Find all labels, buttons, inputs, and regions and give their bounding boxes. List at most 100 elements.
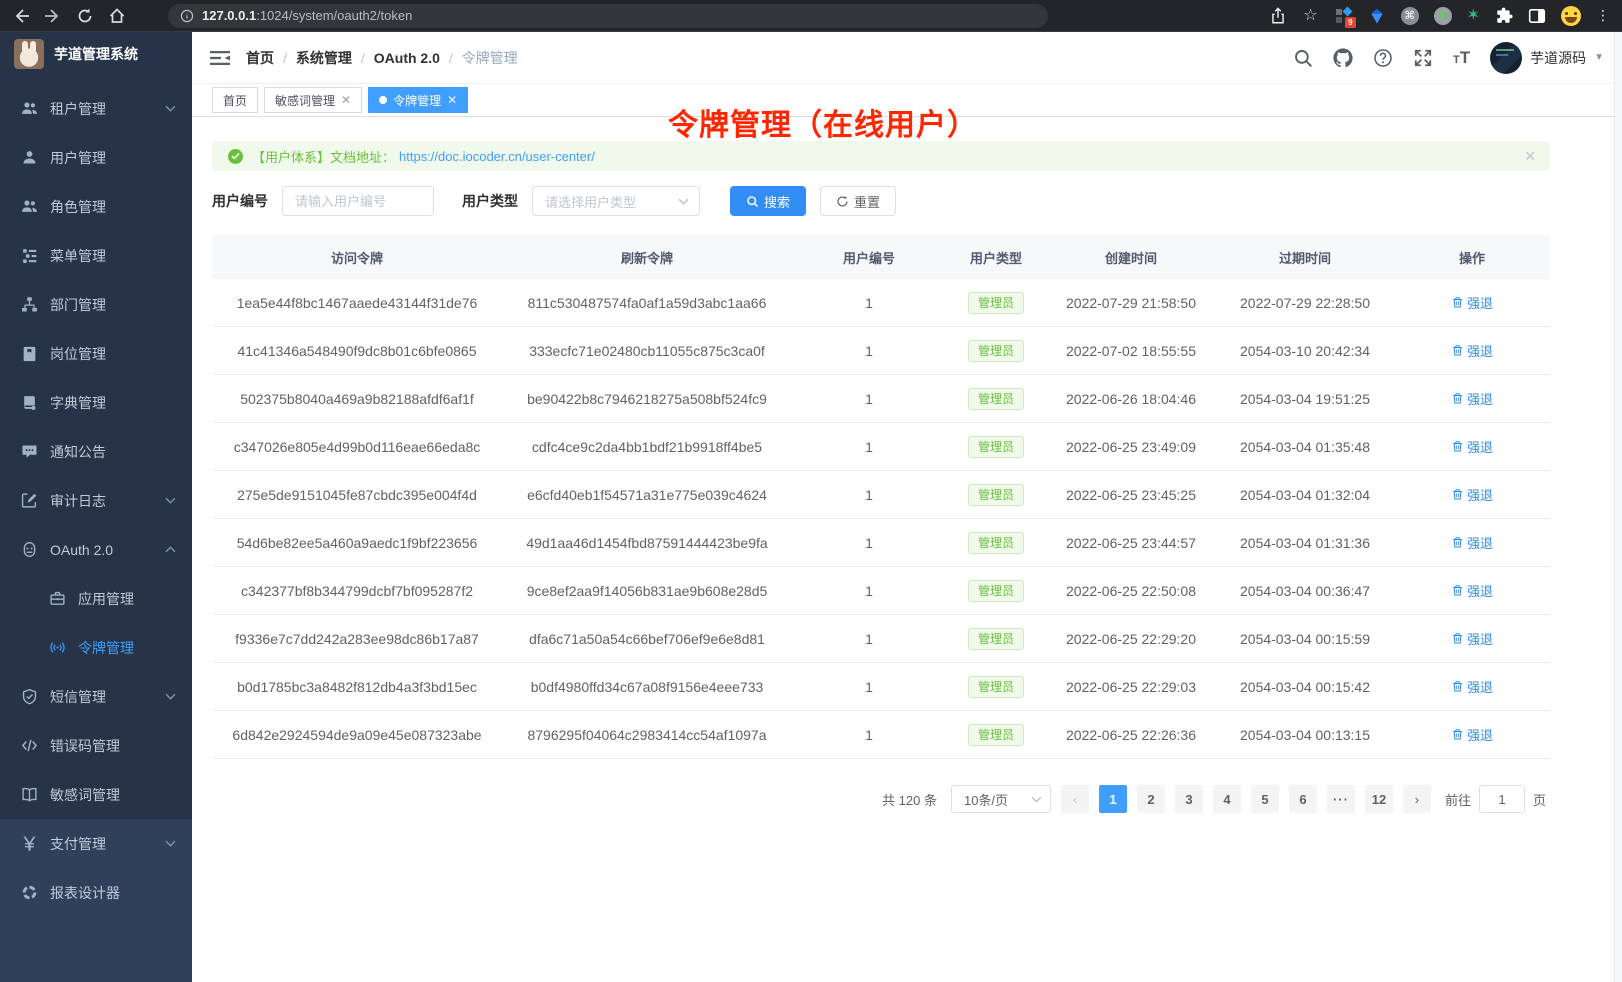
column-header: 过期时间 xyxy=(1216,248,1394,267)
sidebar-item-tenant[interactable]: 租户管理 xyxy=(0,84,192,133)
user-id-input[interactable] xyxy=(282,186,434,216)
sidebar-item-dict[interactable]: 字典管理 xyxy=(0,378,192,427)
page-button-12[interactable]: 12 xyxy=(1365,785,1393,813)
breadcrumb-item[interactable]: 系统管理 xyxy=(296,48,352,68)
access-token-cell: 6d842e2924594de9a09e45e087323abe xyxy=(212,727,502,743)
page-button-5[interactable]: 5 xyxy=(1251,785,1279,813)
sidebar-item-dept[interactable]: 部门管理 xyxy=(0,280,192,329)
gem-extension-icon[interactable] xyxy=(1368,7,1386,25)
sidebar-item-notice[interactable]: 通知公告 xyxy=(0,427,192,476)
tab-close-icon[interactable]: ✕ xyxy=(341,93,351,107)
force-logout-button[interactable]: 强退 xyxy=(1451,389,1493,408)
user-type-cell: 管理员 xyxy=(946,388,1046,410)
force-logout-button[interactable]: 强退 xyxy=(1451,437,1493,456)
alert-close-icon[interactable]: ✕ xyxy=(1524,148,1536,165)
chrome-menu-icon[interactable]: ⋮ xyxy=(1596,7,1610,24)
tab-敏感词管理[interactable]: 敏感词管理✕ xyxy=(264,87,362,113)
force-logout-button[interactable]: 强退 xyxy=(1451,485,1493,504)
expire-time-cell: 2054-03-04 01:35:48 xyxy=(1216,439,1394,455)
sidebar-split-icon[interactable] xyxy=(1528,7,1546,25)
sidebar-item-post[interactable]: 岗位管理 xyxy=(0,329,192,378)
sidebar-item-menu[interactable]: 菜单管理 xyxy=(0,231,192,280)
sidebar-item-oauth2[interactable]: OAuth 2.0 xyxy=(0,525,192,574)
sidebar-item-error-code[interactable]: 错误码管理 xyxy=(0,721,192,770)
share-icon[interactable] xyxy=(1269,7,1287,25)
page-button-3[interactable]: 3 xyxy=(1175,785,1203,813)
sidebar-item-label: 菜单管理 xyxy=(50,246,106,266)
app-logo-row[interactable]: 芋道管理系统 xyxy=(0,32,192,76)
sidebar-item-payment[interactable]: 支付管理 xyxy=(0,819,192,868)
back-icon[interactable] xyxy=(12,7,30,25)
sidebar-item-user[interactable]: 用户管理 xyxy=(0,133,192,182)
site-info-icon[interactable] xyxy=(180,9,194,23)
force-logout-button[interactable]: 强退 xyxy=(1451,293,1493,312)
force-logout-button[interactable]: 强退 xyxy=(1451,533,1493,552)
more-pages-button[interactable]: ··· xyxy=(1327,785,1355,813)
puzzle-extensions-icon[interactable] xyxy=(1495,7,1513,25)
user-menu[interactable]: 芋道源码 ▼ xyxy=(1490,42,1604,74)
sidebar-item-label: 应用管理 xyxy=(78,589,134,609)
tab-首页[interactable]: 首页 xyxy=(212,87,258,113)
user-type-cell: 管理员 xyxy=(946,724,1046,746)
force-logout-button[interactable]: 强退 xyxy=(1451,677,1493,696)
prev-page-button[interactable]: ‹ xyxy=(1061,785,1089,813)
page-button-2[interactable]: 2 xyxy=(1137,785,1165,813)
home-icon[interactable] xyxy=(108,7,126,25)
extension-blocks-icon[interactable]: 9 xyxy=(1335,7,1353,25)
tab-令牌管理[interactable]: 令牌管理✕ xyxy=(368,87,468,113)
sidebar-item-oauth2-token[interactable]: 令牌管理 xyxy=(0,623,192,672)
bookmark-star-icon[interactable]: ☆ xyxy=(1302,7,1320,25)
sidebar-item-sensitive-word[interactable]: 敏感词管理 xyxy=(0,770,192,819)
forward-icon[interactable] xyxy=(44,7,62,25)
address-bar[interactable]: 127.0.0.1:1024/system/oauth2/token xyxy=(168,4,1048,28)
user-type-cell: 管理员 xyxy=(946,532,1046,554)
doc-link[interactable]: https://doc.iocoder.cn/user-center/ xyxy=(399,149,595,164)
goto-page-input[interactable] xyxy=(1479,785,1525,813)
page-button-6[interactable]: 6 xyxy=(1289,785,1317,813)
user-type-badge: 管理员 xyxy=(968,484,1024,506)
next-page-button[interactable]: › xyxy=(1403,785,1431,813)
user-type-select[interactable]: 请选择用户类型 xyxy=(532,186,700,216)
sidebar-item-label: 令牌管理 xyxy=(78,638,134,658)
trash-icon xyxy=(1451,488,1464,501)
force-logout-button[interactable]: 强退 xyxy=(1451,341,1493,360)
sidebar-item-sms[interactable]: 短信管理 xyxy=(0,672,192,721)
sidebar-item-report-designer[interactable]: 报表设计器 xyxy=(0,868,192,917)
user-id-cell: 1 xyxy=(792,679,946,695)
access-token-cell: 502375b8040a469a9b82188afdf6af1f xyxy=(212,391,502,407)
breadcrumb-item[interactable]: 首页 xyxy=(246,48,274,68)
force-logout-button[interactable]: 强退 xyxy=(1451,629,1493,648)
green-star-extension-icon[interactable]: ✶ xyxy=(1467,7,1480,25)
page-size-select[interactable]: 10条/页 xyxy=(951,785,1051,813)
expire-time-cell: 2054-03-04 19:51:25 xyxy=(1216,391,1394,407)
actions-cell: 强退 xyxy=(1394,389,1550,408)
fullscreen-icon[interactable] xyxy=(1413,48,1433,68)
robot-icon xyxy=(20,541,38,559)
force-logout-button[interactable]: 强退 xyxy=(1451,581,1493,600)
sidebar-item-role[interactable]: 角色管理 xyxy=(0,182,192,231)
search-icon[interactable] xyxy=(1293,48,1313,68)
page-scrollbar[interactable] xyxy=(1614,32,1622,982)
page-button-4[interactable]: 4 xyxy=(1213,785,1241,813)
user-id-cell: 1 xyxy=(792,343,946,359)
github-icon[interactable] xyxy=(1333,48,1353,68)
tags-view-bar: 首页敏感词管理✕令牌管理✕ xyxy=(192,84,1622,117)
reload-icon[interactable] xyxy=(76,7,94,25)
column-header: 操作 xyxy=(1394,248,1550,267)
help-icon[interactable] xyxy=(1373,48,1393,68)
page-button-1[interactable]: 1 xyxy=(1099,785,1127,813)
command-extension-icon[interactable]: ⌘ xyxy=(1401,7,1419,25)
recorder-extension-icon[interactable] xyxy=(1434,7,1452,25)
sidebar-item-oauth2-app[interactable]: 应用管理 xyxy=(0,574,192,623)
font-size-icon[interactable]: TT xyxy=(1453,48,1470,68)
force-logout-button[interactable]: 强退 xyxy=(1451,725,1493,744)
user-type-cell: 管理员 xyxy=(946,484,1046,506)
search-button[interactable]: 搜索 xyxy=(730,186,806,216)
trash-icon xyxy=(1451,728,1464,741)
breadcrumb-item[interactable]: OAuth 2.0 xyxy=(374,50,440,66)
profile-avatar-icon[interactable] xyxy=(1561,6,1581,26)
reset-button[interactable]: 重置 xyxy=(820,186,896,216)
sidebar-item-audit-log[interactable]: 审计日志 xyxy=(0,476,192,525)
tab-close-icon[interactable]: ✕ xyxy=(447,93,457,107)
collapse-sidebar-icon[interactable] xyxy=(210,50,230,66)
